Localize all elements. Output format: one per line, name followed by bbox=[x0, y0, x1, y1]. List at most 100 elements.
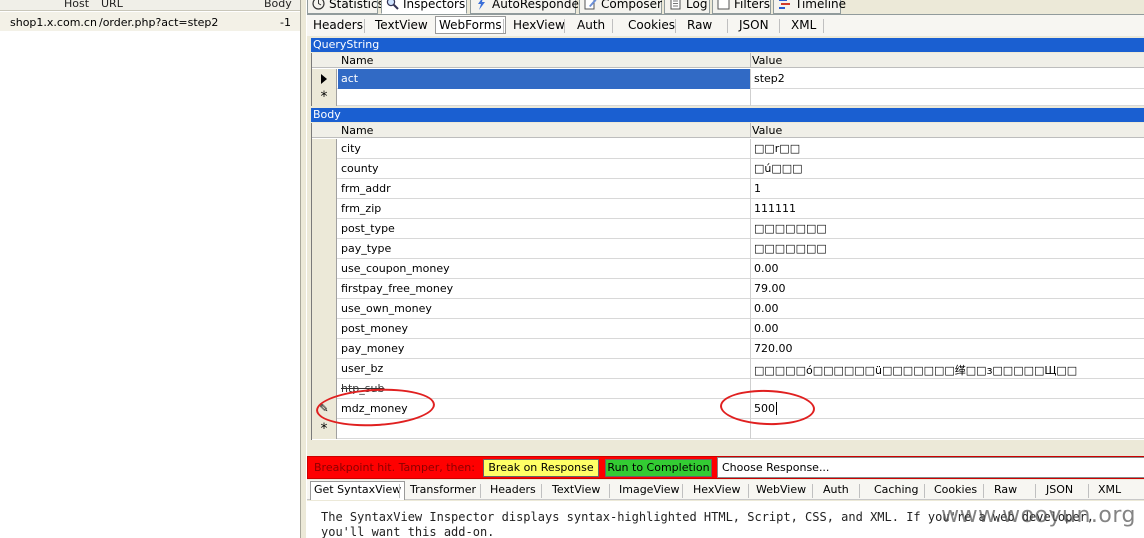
column-header-url[interactable]: URL bbox=[101, 0, 123, 10]
tab-filters[interactable]: Filters bbox=[712, 0, 771, 14]
form-row[interactable]: pay_type □□□□□□□ bbox=[312, 239, 1144, 259]
req-tab-cookies[interactable]: Cookies bbox=[625, 18, 678, 33]
field-name[interactable]: post_money bbox=[341, 322, 408, 335]
form-row[interactable]: use_coupon_money 0.00 bbox=[312, 259, 1144, 279]
tab-composer[interactable]: Composer bbox=[579, 0, 662, 14]
resp-tab-textview[interactable]: TextView bbox=[549, 482, 603, 497]
field-name[interactable]: post_type bbox=[341, 222, 395, 235]
form-row[interactable]: county □ú□□□ bbox=[312, 159, 1144, 179]
form-row[interactable]: city □□r□□ bbox=[312, 139, 1144, 159]
form-row[interactable]: post_money 0.00 bbox=[312, 319, 1144, 339]
body-new-row[interactable]: * bbox=[312, 419, 1144, 439]
form-row[interactable]: firstpay_free_money 79.00 bbox=[312, 279, 1144, 299]
field-name[interactable]: htp_sub bbox=[341, 382, 384, 395]
req-tab-headers[interactable]: Headers bbox=[310, 18, 366, 33]
req-tab-textview[interactable]: TextView bbox=[372, 18, 431, 33]
form-row[interactable]: use_own_money 0.00 bbox=[312, 299, 1144, 319]
field-value[interactable]: 720.00 bbox=[754, 342, 793, 355]
querystring-param-name[interactable]: act bbox=[341, 72, 358, 85]
tab-inspectors[interactable]: Inspectors bbox=[381, 0, 467, 14]
req-tab-hexview[interactable]: HexView bbox=[510, 18, 568, 33]
querystring-row[interactable]: act step2 bbox=[312, 69, 1144, 89]
resp-tab-cookies[interactable]: Cookies bbox=[931, 482, 980, 497]
tab-timeline[interactable]: Timeline bbox=[773, 0, 846, 14]
form-row[interactable]: htp_sub bbox=[312, 379, 1144, 399]
field-name[interactable]: pay_money bbox=[341, 342, 404, 355]
field-value[interactable]: □□□□□ó□□□□□□ü□□□□□□□缂□□з□□□□□Щ□□ bbox=[754, 362, 1077, 378]
tab-autoresponder-label: AutoResponder bbox=[492, 0, 584, 11]
tab-log-label: Log bbox=[686, 0, 708, 11]
resp-tab-xml[interactable]: XML bbox=[1095, 482, 1124, 497]
tab-filters-label: Filters bbox=[734, 0, 770, 11]
field-name[interactable]: use_coupon_money bbox=[341, 262, 450, 275]
querystring-new-row[interactable]: * bbox=[312, 89, 1144, 106]
field-name-mdz-money[interactable]: mdz_money bbox=[341, 402, 408, 415]
form-row[interactable]: post_type □□□□□□□ bbox=[312, 219, 1144, 239]
resp-tab-imageview[interactable]: ImageView bbox=[616, 482, 683, 497]
querystring-col-value[interactable]: Value bbox=[752, 54, 782, 67]
form-row-editing[interactable]: ✎ mdz_money 500 bbox=[312, 399, 1144, 419]
sessions-pane: Host URL Body shop1.x.com.cn /order.php?… bbox=[0, 0, 300, 538]
req-tab-json[interactable]: JSON bbox=[736, 18, 772, 33]
column-header-body[interactable]: Body bbox=[264, 0, 292, 10]
field-value[interactable]: 0.00 bbox=[754, 262, 779, 275]
tab-inspectors-label: Inspectors bbox=[403, 0, 466, 11]
field-value[interactable]: □□□□□□□ bbox=[754, 222, 827, 235]
field-name[interactable]: firstpay_free_money bbox=[341, 282, 453, 295]
req-tab-webforms[interactable]: WebForms bbox=[435, 16, 506, 34]
field-name[interactable]: county bbox=[341, 162, 379, 175]
body-col-value[interactable]: Value bbox=[752, 124, 782, 137]
field-name[interactable]: user_bz bbox=[341, 362, 383, 375]
session-row[interactable]: shop1.x.com.cn /order.php?act=step2 -1 bbox=[0, 12, 300, 31]
tab-log[interactable]: Log bbox=[664, 0, 710, 14]
req-tab-auth[interactable]: Auth bbox=[574, 18, 608, 33]
field-value[interactable]: 0.00 bbox=[754, 322, 779, 335]
field-name[interactable]: use_own_money bbox=[341, 302, 432, 315]
response-inspector-tabs: Get SyntaxView Transformer Headers TextV… bbox=[307, 480, 1144, 500]
tab-statistics-label: Statistics bbox=[329, 0, 384, 11]
req-tab-raw[interactable]: Raw bbox=[684, 18, 715, 33]
field-value-mdz-money-input[interactable]: 500 bbox=[754, 402, 777, 415]
resp-tab-webview[interactable]: WebView bbox=[753, 482, 809, 497]
field-value[interactable]: 1 bbox=[754, 182, 761, 195]
body-col-name[interactable]: Name bbox=[341, 124, 373, 137]
choose-response-dropdown[interactable]: Choose Response... bbox=[717, 457, 1144, 478]
resp-tab-caching[interactable]: Caching bbox=[871, 482, 921, 497]
pane-splitter[interactable] bbox=[300, 0, 307, 538]
field-name[interactable]: frm_zip bbox=[341, 202, 381, 215]
resp-tab-raw[interactable]: Raw bbox=[991, 482, 1020, 497]
resp-tab-syntaxview[interactable]: Get SyntaxView bbox=[310, 481, 406, 500]
magnifier-icon bbox=[386, 0, 399, 10]
form-row[interactable]: frm_zip 111111 bbox=[312, 199, 1144, 219]
field-value[interactable]: 0.00 bbox=[754, 302, 779, 315]
tab-statistics[interactable]: Statistics bbox=[307, 0, 384, 14]
field-name[interactable]: pay_type bbox=[341, 242, 391, 255]
form-row[interactable]: pay_money 720.00 bbox=[312, 339, 1144, 359]
querystring-param-value[interactable]: step2 bbox=[754, 72, 785, 85]
tab-autoresponder[interactable]: AutoResponder bbox=[470, 0, 584, 14]
field-name[interactable]: city bbox=[341, 142, 361, 155]
resp-tab-transformer[interactable]: Transformer bbox=[407, 482, 479, 497]
field-value[interactable]: □ú□□□ bbox=[754, 162, 803, 175]
querystring-col-name[interactable]: Name bbox=[341, 54, 373, 67]
compose-icon bbox=[584, 0, 597, 10]
resp-tab-headers[interactable]: Headers bbox=[487, 482, 539, 497]
field-value[interactable]: □□r□□ bbox=[754, 142, 800, 155]
resp-tab-hexview[interactable]: HexView bbox=[690, 482, 743, 497]
field-name[interactable]: frm_addr bbox=[341, 182, 391, 195]
tab-composer-label: Composer bbox=[601, 0, 662, 11]
form-row[interactable]: frm_addr 1 bbox=[312, 179, 1144, 199]
resp-tab-json[interactable]: JSON bbox=[1043, 482, 1076, 497]
form-row[interactable]: user_bz □□□□□ó□□□□□□ü□□□□□□□缂□□з□□□□□Щ□□ bbox=[312, 359, 1144, 379]
timeline-icon bbox=[778, 0, 791, 10]
querystring-section-title: QueryString bbox=[311, 38, 1144, 52]
break-on-response-button[interactable]: Break on Response bbox=[483, 459, 599, 477]
column-header-host[interactable]: Host bbox=[64, 0, 89, 10]
resp-tab-auth[interactable]: Auth bbox=[820, 482, 852, 497]
req-tab-xml[interactable]: XML bbox=[788, 18, 819, 33]
field-value[interactable]: 79.00 bbox=[754, 282, 786, 295]
run-to-completion-button[interactable]: Run to Completion bbox=[605, 459, 712, 477]
field-value[interactable]: 111111 bbox=[754, 202, 796, 215]
field-value[interactable]: □□□□□□□ bbox=[754, 242, 827, 255]
session-body-size: -1 bbox=[280, 16, 291, 29]
